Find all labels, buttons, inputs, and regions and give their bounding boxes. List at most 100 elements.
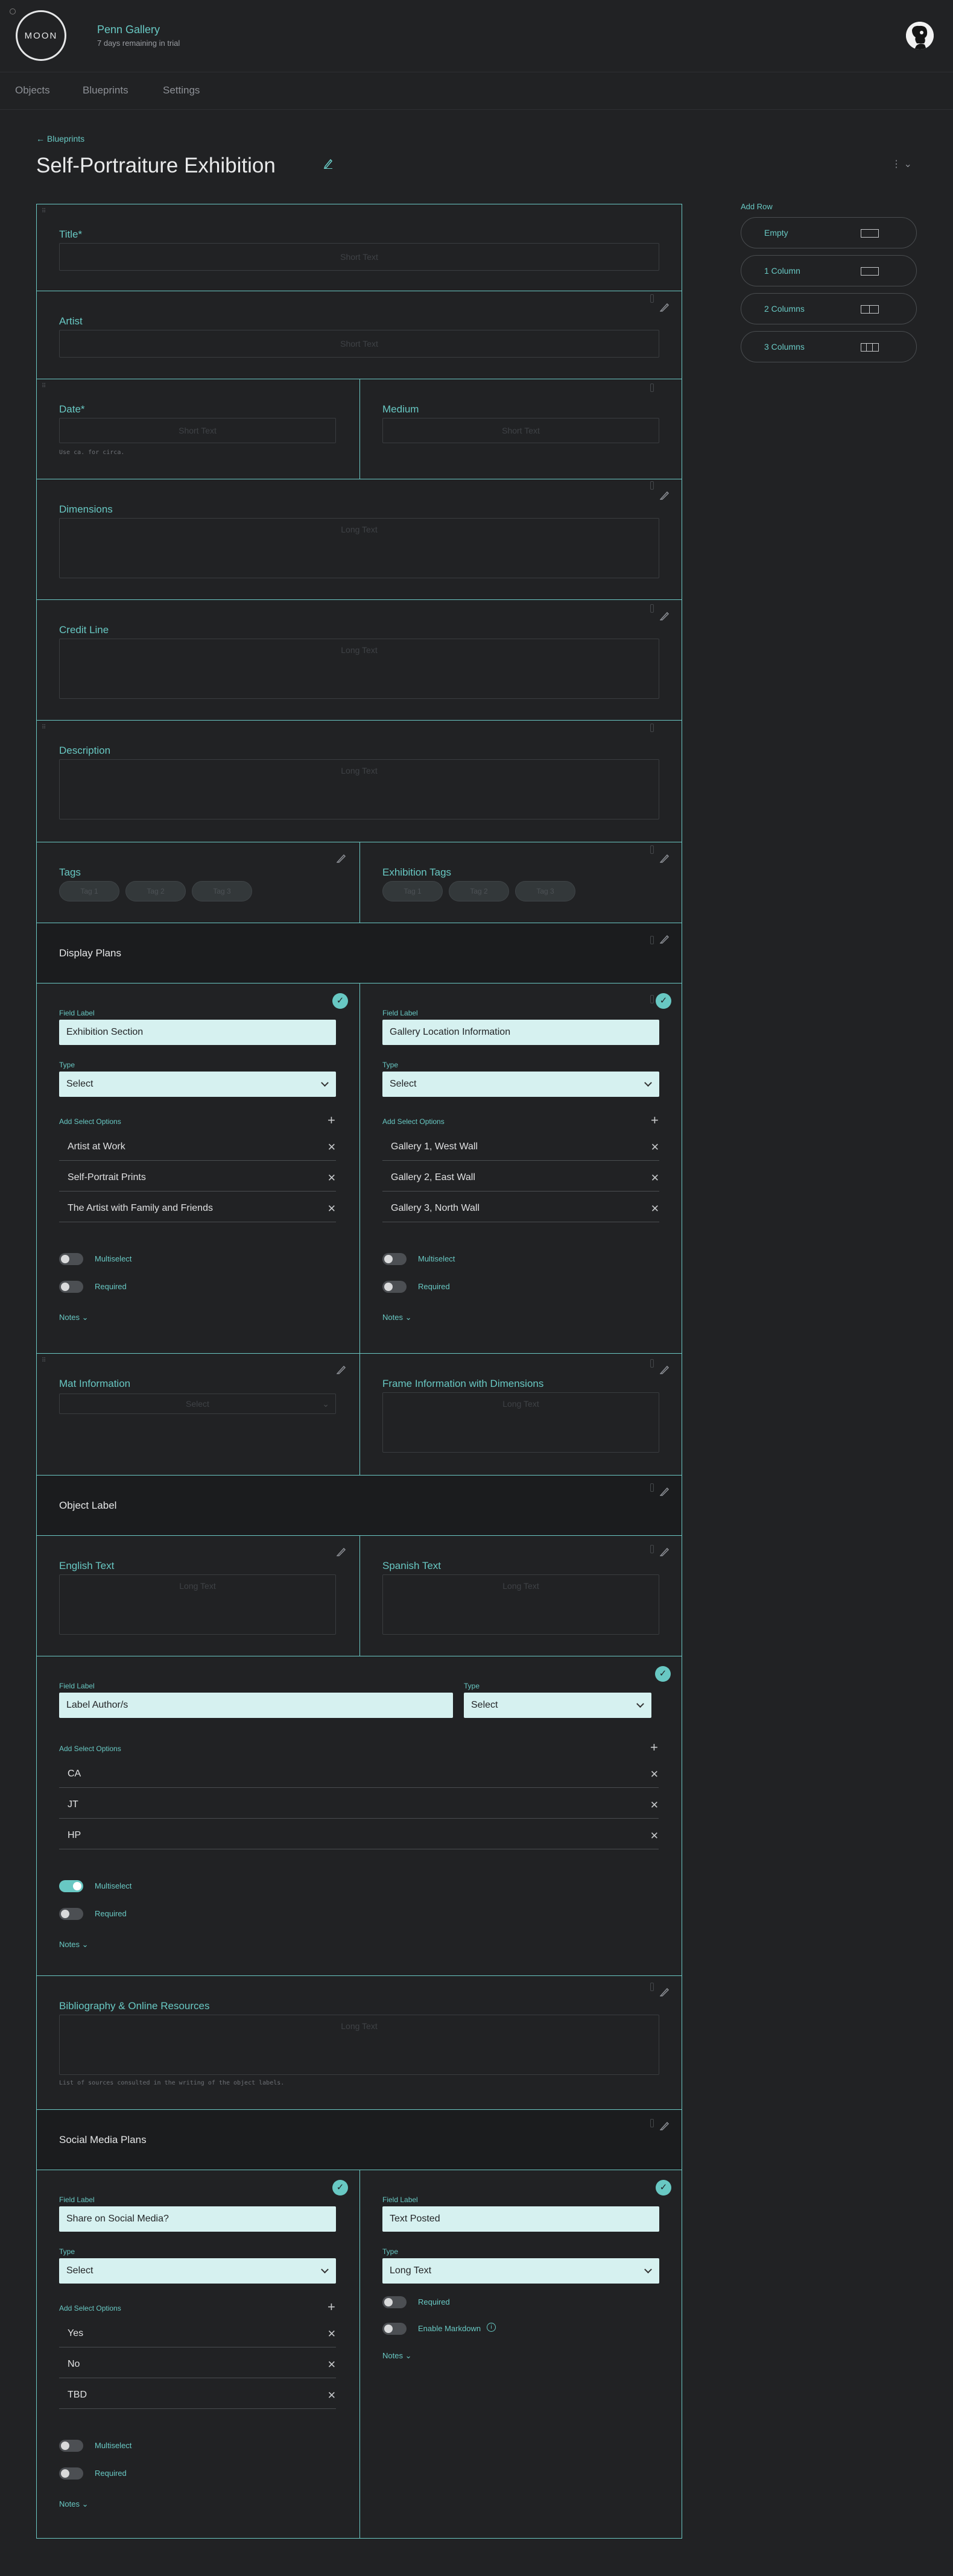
add-row-one-column[interactable]: 1 Column — [741, 255, 917, 286]
close-icon[interactable]: ✕ — [328, 2359, 336, 2371]
check-icon[interactable]: ✓ — [332, 993, 348, 1009]
field-label-mat[interactable]: Mat Information — [59, 1378, 130, 1390]
row-side-handle[interactable] — [650, 604, 654, 613]
multiselect-toggle[interactable] — [382, 1253, 407, 1265]
close-icon[interactable]: ✕ — [650, 1830, 659, 1842]
required-toggle[interactable] — [59, 2467, 83, 2480]
select-option[interactable]: Yes ✕ — [59, 2328, 336, 2347]
close-icon[interactable]: ✕ — [650, 1769, 659, 1781]
artist-input[interactable]: Short Text — [59, 330, 659, 358]
add-row-empty[interactable]: Empty — [741, 217, 917, 248]
tab-blueprints[interactable]: Blueprints — [83, 84, 128, 96]
pencil-icon[interactable] — [660, 490, 670, 500]
check-icon[interactable]: ✓ — [332, 2180, 348, 2196]
field-label-input[interactable]: Gallery Location Information — [382, 1020, 659, 1045]
select-option[interactable]: Artist at Work ✕ — [59, 1141, 336, 1161]
pencil-icon[interactable] — [337, 1547, 346, 1556]
notes-toggle[interactable]: Notes ⌄ — [59, 1313, 89, 1322]
close-icon[interactable]: ✕ — [650, 1799, 659, 1811]
pencil-icon[interactable] — [660, 853, 670, 863]
close-icon[interactable]: ✕ — [328, 1172, 336, 1184]
bibliography-textarea[interactable]: Long Text — [59, 2015, 659, 2075]
plus-icon[interactable]: + — [650, 1741, 658, 1754]
type-select[interactable]: Select — [382, 1072, 659, 1097]
select-option[interactable]: TBD ✕ — [59, 2390, 336, 2409]
required-toggle[interactable] — [382, 1281, 407, 1293]
add-row-two-columns[interactable]: 2 Columns — [741, 293, 917, 324]
more-options-icon[interactable]: ⋮ ⌄ — [891, 158, 912, 170]
section-title[interactable]: Social Media Plans — [59, 2134, 147, 2146]
pencil-icon[interactable] — [337, 1365, 346, 1374]
check-icon[interactable]: ✓ — [656, 2180, 671, 2196]
field-label-input[interactable]: Exhibition Section — [59, 1020, 336, 1045]
multiselect-toggle[interactable] — [59, 2440, 83, 2452]
field-label-spanish[interactable]: Spanish Text — [382, 1560, 441, 1572]
row-side-handle[interactable] — [650, 384, 654, 392]
plus-icon[interactable]: + — [651, 1114, 659, 1127]
type-select[interactable]: Select — [464, 1693, 651, 1718]
pencil-icon[interactable] — [660, 934, 670, 944]
medium-input[interactable]: Short Text — [382, 418, 659, 443]
field-label-medium[interactable]: Medium — [382, 403, 419, 415]
pencil-icon[interactable] — [660, 302, 670, 312]
org-name[interactable]: Penn Gallery — [97, 24, 160, 36]
credit-line-textarea[interactable]: Long Text — [59, 639, 659, 699]
select-option[interactable]: Gallery 1, West Wall ✕ — [382, 1141, 659, 1161]
select-option[interactable]: The Artist with Family and Friends ✕ — [59, 1203, 336, 1222]
spanish-textarea[interactable]: Long Text — [382, 1574, 659, 1635]
row-side-handle[interactable] — [650, 481, 654, 490]
row-side-handle[interactable] — [650, 1545, 654, 1553]
description-textarea[interactable]: Long Text — [59, 759, 659, 819]
field-label-tags[interactable]: Tags — [59, 867, 81, 879]
pencil-icon[interactable] — [660, 611, 670, 620]
markdown-toggle[interactable] — [382, 2323, 407, 2335]
row-side-handle[interactable] — [650, 1983, 654, 1991]
close-icon[interactable]: ✕ — [328, 2390, 336, 2402]
dimensions-textarea[interactable]: Long Text — [59, 518, 659, 578]
section-title[interactable]: Object Label — [59, 1500, 116, 1512]
type-select[interactable]: Long Text — [382, 2258, 659, 2284]
notes-toggle[interactable]: Notes ⌄ — [59, 2499, 89, 2509]
close-icon[interactable]: ✕ — [328, 2328, 336, 2340]
mat-select[interactable]: Select ⌄ — [59, 1394, 336, 1414]
field-label-input[interactable]: Text Posted — [382, 2206, 659, 2232]
notes-toggle[interactable]: Notes ⌄ — [59, 1940, 89, 1949]
field-label-artist[interactable]: Artist — [59, 315, 83, 327]
row-side-handle[interactable] — [650, 1483, 654, 1492]
field-label-dimensions[interactable]: Dimensions — [59, 504, 113, 516]
plus-icon[interactable]: + — [328, 1114, 335, 1127]
title-input[interactable]: Short Text — [59, 243, 659, 271]
close-icon[interactable]: ✕ — [651, 1172, 659, 1184]
required-toggle[interactable] — [382, 2296, 407, 2308]
select-option[interactable]: JT ✕ — [59, 1799, 659, 1819]
close-icon[interactable]: ✕ — [328, 1141, 336, 1154]
tab-settings[interactable]: Settings — [163, 84, 200, 96]
add-row-three-columns[interactable]: 3 Columns — [741, 331, 917, 362]
close-icon[interactable]: ✕ — [651, 1141, 659, 1154]
row-side-handle[interactable] — [650, 2119, 654, 2127]
notes-toggle[interactable]: Notes ⌄ — [382, 1313, 412, 1322]
drag-handle-icon[interactable]: ⠿ — [42, 208, 46, 215]
field-label-exhibition-tags[interactable]: Exhibition Tags — [382, 867, 451, 879]
field-label-credit-line[interactable]: Credit Line — [59, 624, 109, 636]
select-option[interactable]: CA ✕ — [59, 1769, 659, 1788]
required-toggle[interactable] — [59, 1908, 83, 1920]
field-label-description[interactable]: Description — [59, 745, 110, 757]
row-side-handle[interactable] — [650, 294, 654, 303]
tag-chip[interactable]: Tag 2 — [449, 881, 509, 901]
section-title[interactable]: Display Plans — [59, 947, 121, 959]
tag-chip[interactable]: Tag 3 — [515, 881, 575, 901]
pencil-icon[interactable] — [660, 2121, 670, 2130]
check-icon[interactable]: ✓ — [655, 1666, 671, 1682]
pencil-icon[interactable] — [660, 1365, 670, 1374]
close-icon[interactable]: ✕ — [651, 1203, 659, 1215]
pencil-icon[interactable] — [323, 158, 333, 172]
select-option[interactable]: HP ✕ — [59, 1830, 659, 1849]
pencil-icon[interactable] — [660, 1486, 670, 1496]
field-label-input[interactable]: Label Author/s — [59, 1693, 453, 1718]
pencil-icon[interactable] — [660, 1987, 670, 1997]
row-side-handle[interactable] — [650, 995, 654, 1003]
date-input[interactable]: Short Text — [59, 418, 336, 443]
select-option[interactable]: Gallery 2, East Wall ✕ — [382, 1172, 659, 1192]
required-toggle[interactable] — [59, 1281, 83, 1293]
